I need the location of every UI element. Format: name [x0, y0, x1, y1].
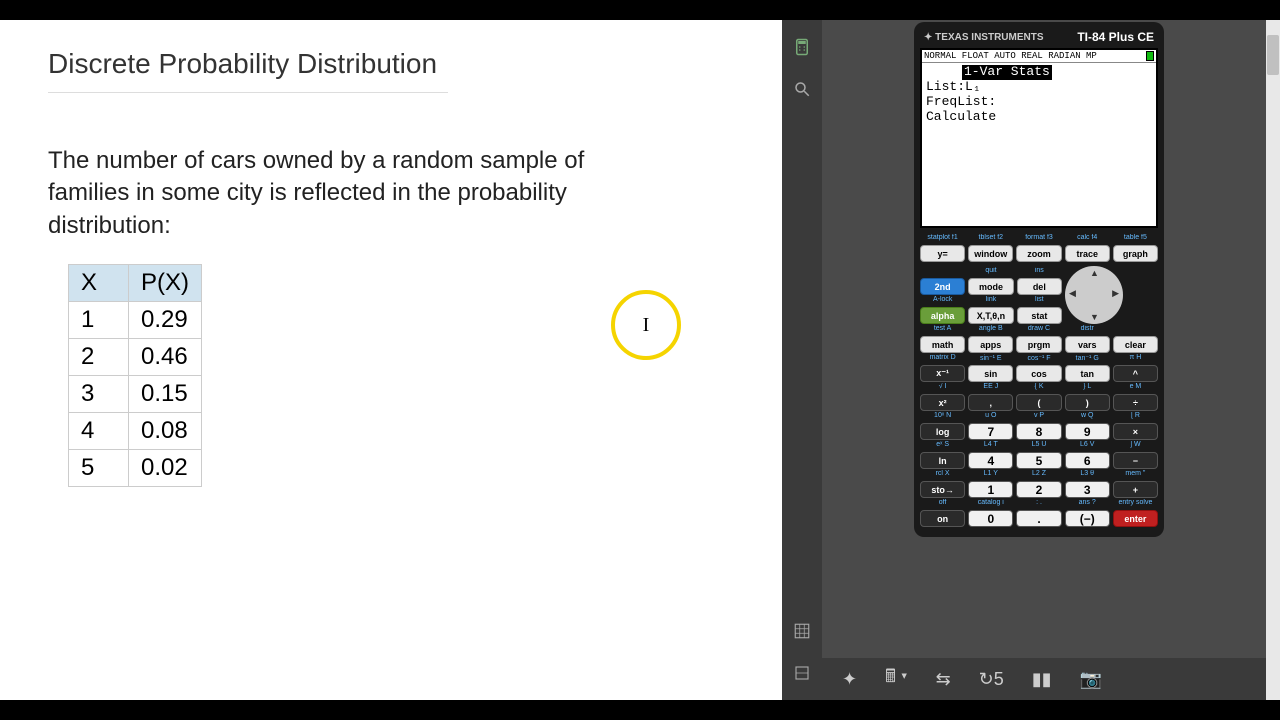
letterbox-top	[0, 0, 1280, 20]
brand-label: ✦ TEXAS INSTRUMENTS	[924, 32, 1044, 43]
keypad-icon[interactable]	[793, 622, 811, 640]
key-apps[interactable]: apps	[968, 336, 1013, 353]
dpad-up-icon[interactable]: ▲	[1090, 268, 1099, 278]
screen-status-bar: NORMAL FLOAT AUTO REAL RADIAN MP	[922, 50, 1156, 63]
table-row: 30.15	[69, 376, 202, 413]
calc-screen: NORMAL FLOAT AUTO REAL RADIAN MP 1-Var S…	[920, 48, 1158, 228]
key-cos[interactable]: cos	[1016, 365, 1061, 382]
table-header-row: X P(X)	[69, 265, 202, 302]
table-row: 40.08	[69, 413, 202, 450]
calculator-icon[interactable]	[793, 38, 811, 56]
key-on[interactable]: on	[920, 510, 965, 527]
screen-title: 1-Var Stats	[962, 65, 1052, 80]
settings-icon[interactable]	[793, 664, 811, 682]
key-zoom[interactable]: zoom	[1016, 245, 1061, 262]
key-plus[interactable]: +	[1113, 481, 1158, 498]
key-sin[interactable]: sin	[968, 365, 1013, 382]
key-prgm[interactable]: prgm	[1016, 336, 1061, 353]
key-stat[interactable]: stat	[1017, 307, 1062, 324]
key-minus[interactable]: −	[1113, 452, 1158, 469]
tool-sidebar	[782, 20, 822, 700]
dpad-down-icon[interactable]: ▼	[1090, 312, 1099, 322]
probability-table: X P(X) 10.29 20.46 30.15 40.08 50.02	[68, 264, 202, 487]
key-sto[interactable]: sto→	[920, 481, 965, 498]
key-6[interactable]: 6	[1065, 452, 1110, 469]
key-comma[interactable]: ,	[968, 394, 1013, 411]
key-alpha[interactable]: alpha	[920, 307, 965, 324]
key-mode[interactable]: mode	[968, 278, 1013, 295]
main-area: Discrete Probability Distribution The nu…	[0, 20, 1280, 700]
letterbox-bottom	[0, 700, 1280, 720]
key-vars[interactable]: vars	[1065, 336, 1110, 353]
page-title: Discrete Probability Distribution	[48, 40, 448, 93]
table-row: 20.46	[69, 339, 202, 376]
key-tan[interactable]: tan	[1065, 365, 1110, 382]
key-x-sq[interactable]: x²	[920, 394, 965, 411]
key-9[interactable]: 9	[1065, 423, 1110, 440]
dpad-left-icon[interactable]: ◀	[1069, 288, 1076, 299]
key-4[interactable]: 4	[968, 452, 1013, 469]
key-8[interactable]: 8	[1016, 423, 1061, 440]
key-7[interactable]: 7	[968, 423, 1013, 440]
key-del[interactable]: del	[1017, 278, 1062, 295]
key-5[interactable]: 5	[1016, 452, 1061, 469]
key-graph[interactable]: graph	[1113, 245, 1158, 262]
screen-line: List:L₁	[926, 80, 1152, 95]
dpad[interactable]: ▲ ▼ ◀ ▶	[1065, 266, 1123, 324]
key-multiply[interactable]: ×	[1113, 423, 1158, 440]
search-icon[interactable]	[793, 80, 811, 98]
table-row: 50.02	[69, 450, 202, 487]
key-math[interactable]: math	[920, 336, 965, 353]
body-paragraph: The number of cars owned by a random sam…	[48, 145, 608, 242]
right-scrollbar[interactable]	[1266, 20, 1280, 700]
key-neg[interactable]: (−)	[1065, 510, 1110, 527]
key-log[interactable]: log	[920, 423, 965, 440]
key-x-inv[interactable]: x⁻¹	[920, 365, 965, 382]
calc-dropdown-icon[interactable]: 🖩 ▾	[885, 664, 907, 694]
ti-logo-icon[interactable]: ✦	[842, 669, 857, 690]
key-y-equals[interactable]: y=	[920, 245, 965, 262]
key-rparen[interactable]: )	[1065, 394, 1110, 411]
history-icon[interactable]: ↻5	[979, 669, 1004, 690]
key-xtn[interactable]: X,T,θ,n	[968, 307, 1013, 324]
calculator-panel: ✦ TEXAS INSTRUMENTS TI-84 Plus CE NORMAL…	[822, 20, 1280, 700]
calc-header: ✦ TEXAS INSTRUMENTS TI-84 Plus CE	[920, 28, 1158, 48]
key-trace[interactable]: trace	[1065, 245, 1110, 262]
document-pane: Discrete Probability Distribution The nu…	[0, 20, 782, 700]
key-2nd[interactable]: 2nd	[920, 278, 965, 295]
screen-line: FreqList:	[926, 95, 1152, 110]
key-caret[interactable]: ^	[1113, 365, 1158, 382]
calculator: ✦ TEXAS INSTRUMENTS TI-84 Plus CE NORMAL…	[914, 22, 1164, 537]
key-divide[interactable]: ÷	[1113, 394, 1158, 411]
key-0[interactable]: 0	[968, 510, 1013, 527]
camera-icon[interactable]: 📷	[1080, 669, 1102, 690]
key-lparen[interactable]: (	[1016, 394, 1061, 411]
bottom-toolbar: ✦ 🖩 ▾ ⇆ ↻5 ▮▮ 📷	[822, 658, 1280, 700]
key-enter[interactable]: enter	[1113, 510, 1158, 527]
key-window[interactable]: window	[968, 245, 1013, 262]
key-2[interactable]: 2	[1016, 481, 1061, 498]
keypad: statplot f1tblset f2format f3calc f4tabl…	[920, 234, 1158, 527]
highlight-cursor: I	[611, 290, 681, 360]
battery-icon	[1146, 51, 1154, 61]
key-3[interactable]: 3	[1065, 481, 1110, 498]
screen-body: 1-Var Stats List:L₁ FreqList: Calculate	[922, 63, 1156, 127]
key-1[interactable]: 1	[968, 481, 1013, 498]
key-clear[interactable]: clear	[1113, 336, 1158, 353]
table-row: 10.29	[69, 302, 202, 339]
col-px: P(X)	[129, 265, 202, 302]
send-icon[interactable]: ⇆	[936, 669, 951, 690]
dpad-right-icon[interactable]: ▶	[1112, 288, 1119, 299]
screen-line: Calculate	[926, 110, 1152, 125]
model-label: TI-84 Plus CE	[1077, 30, 1154, 44]
pair-icon[interactable]: ▮▮	[1032, 669, 1052, 690]
key-dot[interactable]: .	[1016, 510, 1061, 527]
col-x: X	[69, 265, 129, 302]
key-ln[interactable]: ln	[920, 452, 965, 469]
scrollbar-thumb[interactable]	[1267, 35, 1279, 75]
